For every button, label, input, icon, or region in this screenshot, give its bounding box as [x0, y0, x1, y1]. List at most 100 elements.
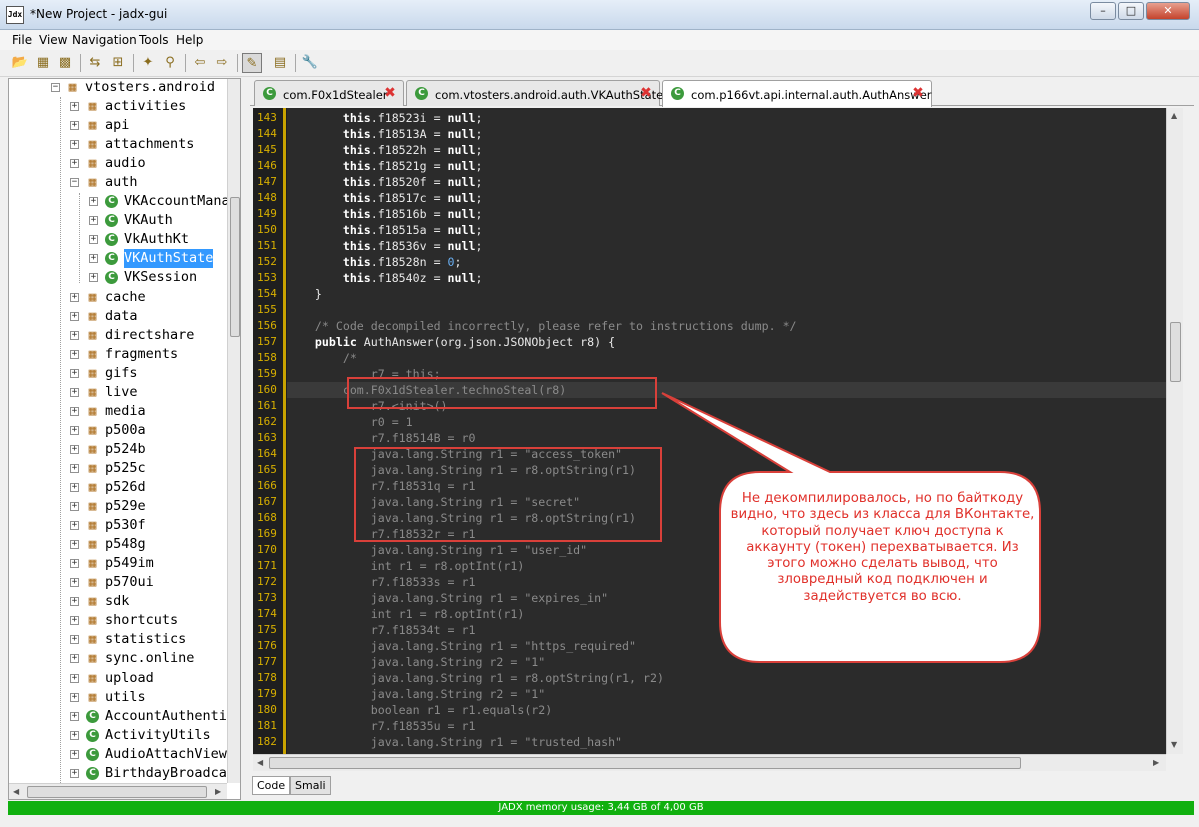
tree-label: media: [105, 402, 146, 419]
deobfuscation-toggle-icon[interactable]: ✎: [242, 53, 262, 73]
expand-icon[interactable]: +: [70, 425, 79, 435]
expand-icon[interactable]: +: [70, 692, 79, 702]
tab-f0x1dstealer[interactable]: C com.F0x1dStealer ✖: [254, 80, 404, 106]
back-arrow-icon[interactable]: ⇦: [190, 53, 210, 73]
expand-icon[interactable]: +: [70, 349, 79, 359]
expand-icon[interactable]: +: [89, 216, 98, 226]
tree-label: upload: [105, 669, 154, 686]
tree-scroll-thumb[interactable]: [230, 197, 240, 337]
expand-icon[interactable]: +: [70, 521, 79, 531]
code-line: this.f18515a = null;: [342, 223, 483, 237]
tab-code[interactable]: Code: [252, 776, 291, 795]
maximize-button[interactable]: □: [1118, 2, 1144, 20]
save-all-icon[interactable]: ▦: [33, 53, 53, 73]
tab-smali[interactable]: Smali: [290, 776, 331, 795]
class-icon: C: [263, 87, 276, 100]
expand-icon[interactable]: +: [70, 711, 79, 721]
preferences-wrench-icon[interactable]: 🔧: [300, 53, 320, 73]
expand-icon[interactable]: +: [70, 635, 79, 645]
tree-horizontal-scrollbar[interactable]: ◀ ▶: [9, 783, 227, 799]
expand-icon[interactable]: −: [70, 178, 79, 188]
search-text-icon[interactable]: ✦: [138, 53, 158, 73]
expand-icon[interactable]: +: [70, 673, 79, 683]
package-icon: ▦: [88, 441, 97, 457]
expand-icon[interactable]: +: [70, 406, 79, 416]
line-number: 144: [257, 127, 277, 140]
export-icon[interactable]: ▩: [55, 53, 75, 73]
view-mode-tabs: Code Smali: [250, 774, 1194, 796]
tab-label: com.p166vt.api.internal.auth.AuthAnswer: [691, 88, 932, 102]
line-number: 182: [257, 735, 277, 748]
expand-icon[interactable]: +: [70, 483, 79, 492]
expand-icon[interactable]: +: [70, 330, 79, 340]
tab-authanswer[interactable]: C com.p166vt.api.internal.auth.AuthAnswe…: [662, 80, 932, 107]
expand-icon[interactable]: +: [70, 159, 79, 169]
tab-vkauthstate[interactable]: C com.vtosters.android.auth.VKAuthState …: [406, 80, 664, 106]
expand-icon[interactable]: +: [70, 292, 79, 302]
expand-icon[interactable]: +: [70, 463, 79, 473]
package-icon: ▦: [88, 499, 97, 515]
code-line: this.f18523i = null;: [342, 111, 483, 125]
menu-navigation[interactable]: Navigation: [72, 33, 137, 47]
close-tab-icon[interactable]: ✖: [911, 86, 925, 100]
package-icon: ▦: [88, 518, 97, 534]
tree-label: p500a: [105, 421, 146, 438]
code-scroll-thumb[interactable]: [1170, 322, 1181, 382]
menu-tools[interactable]: Tools: [139, 33, 169, 47]
expand-icon[interactable]: +: [70, 730, 79, 740]
tree-vertical-scrollbar[interactable]: [227, 79, 240, 783]
expand-icon[interactable]: +: [70, 368, 79, 378]
expand-icon[interactable]: +: [70, 102, 79, 111]
search-class-icon[interactable]: ⚲: [160, 53, 180, 73]
line-number: 167: [257, 495, 277, 508]
package-icon: ▦: [88, 137, 97, 153]
menu-view[interactable]: View: [39, 33, 67, 47]
code-editor[interactable]: 143 this.f18523i = null; 144 this.f18513A…: [253, 108, 1183, 754]
code-vertical-scrollbar[interactable]: ▲ ▼: [1166, 108, 1183, 754]
line-number: 175: [257, 623, 277, 636]
expand-icon[interactable]: +: [70, 616, 79, 626]
tab-label: com.vtosters.android.auth.VKAuthState: [435, 88, 664, 102]
close-window-button[interactable]: ✕: [1146, 2, 1190, 20]
callout-text: Не декомпилировалось, но по байткоду вид…: [730, 491, 1035, 604]
forward-arrow-icon[interactable]: ⇨: [212, 53, 232, 73]
tree-hscroll-thumb[interactable]: [27, 786, 207, 798]
expand-icon[interactable]: +: [89, 197, 98, 207]
package-icon: ▦: [88, 556, 97, 572]
flatten-packages-icon[interactable]: ⊞: [108, 53, 128, 73]
tree-label: AudioAttachView: [105, 745, 227, 762]
log-viewer-icon[interactable]: ▤: [270, 53, 290, 73]
expand-icon[interactable]: +: [70, 654, 79, 664]
menu-bar: File View Navigation Tools Help: [0, 30, 1199, 50]
close-tab-icon[interactable]: ✖: [639, 86, 653, 100]
tree-label: directshare: [105, 326, 195, 343]
line-number: 161: [257, 399, 277, 412]
close-tab-icon[interactable]: ✖: [383, 86, 397, 100]
code-line: this.f18513A = null;: [342, 127, 483, 141]
expand-icon[interactable]: +: [70, 140, 79, 150]
code-horizontal-scrollbar[interactable]: ◀ ▶: [253, 754, 1166, 771]
expand-icon[interactable]: +: [70, 749, 79, 759]
collapse-icon[interactable]: −: [51, 83, 60, 92]
sync-tree-icon[interactable]: ⇆: [85, 53, 105, 73]
expand-icon[interactable]: +: [70, 387, 79, 397]
expand-icon[interactable]: +: [70, 540, 79, 550]
expand-icon[interactable]: +: [70, 502, 79, 512]
menu-file[interactable]: File: [12, 33, 32, 47]
code-hscroll-thumb[interactable]: [269, 757, 1021, 769]
expand-icon[interactable]: +: [70, 559, 79, 569]
expand-icon[interactable]: +: [70, 121, 79, 131]
expand-icon[interactable]: +: [70, 311, 79, 321]
expand-icon[interactable]: +: [70, 444, 79, 454]
expand-icon[interactable]: +: [89, 273, 98, 283]
expand-icon[interactable]: +: [70, 578, 79, 588]
expand-icon[interactable]: +: [70, 597, 79, 607]
menu-help[interactable]: Help: [176, 33, 203, 47]
project-tree[interactable]: − ▦ vtosters.android + ▦ activities + ▦ api + ▦ att…: [8, 78, 241, 800]
expand-icon[interactable]: +: [70, 768, 79, 778]
open-file-icon[interactable]: 📂: [10, 53, 30, 73]
editor-tab-bar: C com.F0x1dStealer ✖ C com.vtosters.andr…: [250, 80, 1194, 107]
expand-icon[interactable]: +: [89, 235, 98, 245]
minimize-button[interactable]: –: [1090, 2, 1116, 20]
expand-icon[interactable]: +: [89, 254, 98, 264]
